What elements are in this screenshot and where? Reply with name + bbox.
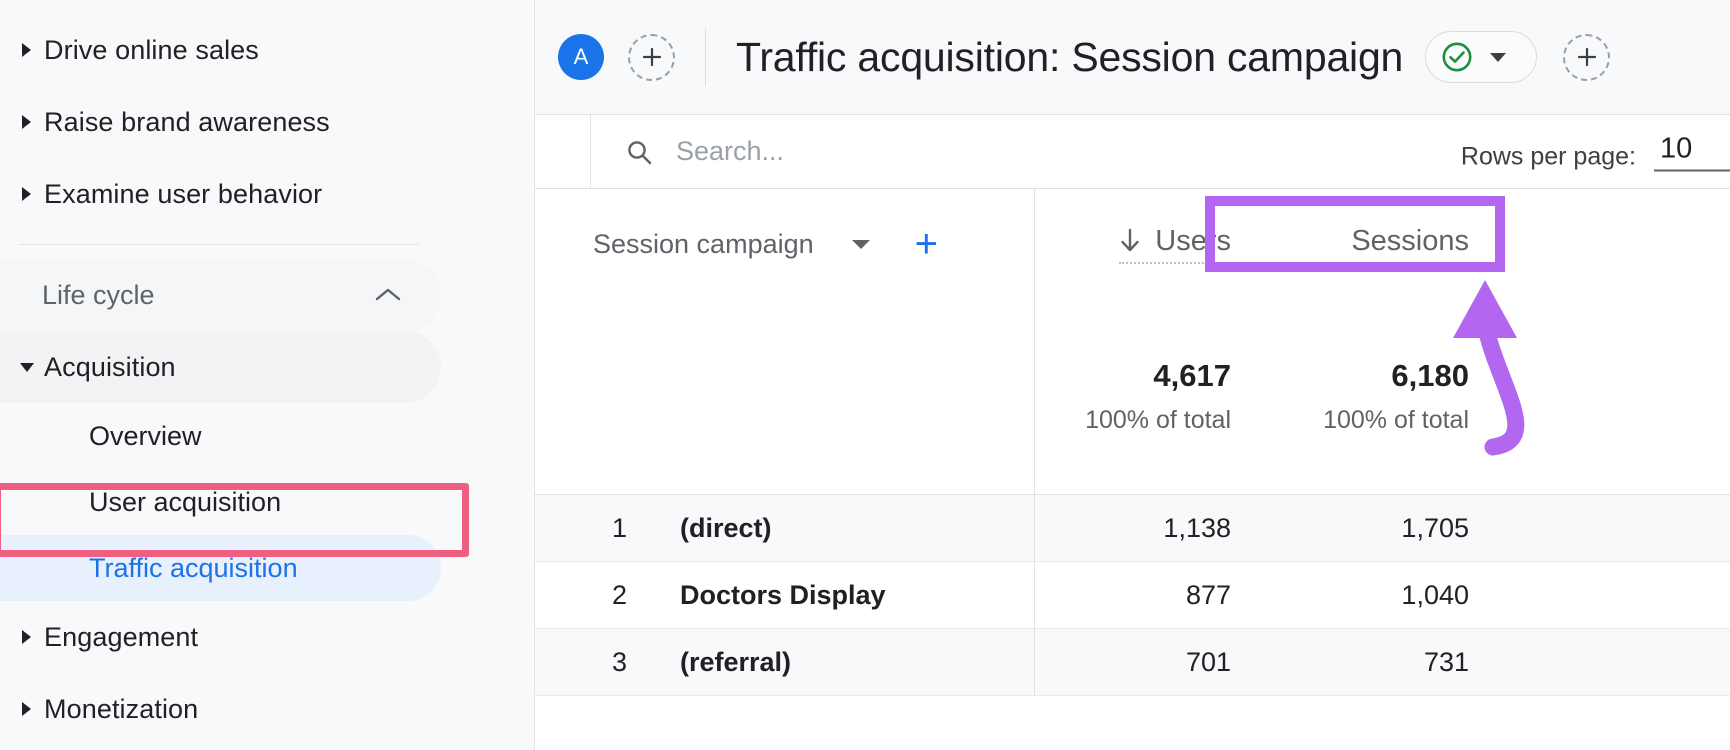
sidebar-item-label: Drive online sales [44,34,259,65]
plus-icon [1577,47,1596,67]
rows-per-page-value[interactable]: 10 [1654,132,1730,171]
row-dimension-cell: 3 (referral) [535,629,1035,695]
sidebar-item-engagement[interactable]: Engagement [0,601,534,673]
plus-icon [642,47,661,67]
dimension-selector-label: Session campaign [593,228,814,259]
totals-users-value: 4,617 [1153,358,1231,393]
totals-sessions-cell: 6,180 100% of total [1273,299,1511,494]
users-column-header[interactable]: Users [1035,189,1273,299]
sidebar-item-drive-online-sales[interactable]: Drive online sales [0,14,534,86]
rows-per-page-label: Rows per page: [1460,142,1636,170]
sessions-column-header[interactable]: Sessions [1273,189,1511,299]
sidebar-subitem-label: User acquisition [89,486,282,517]
column-header-label: Users [1155,224,1231,257]
sidebar-item-traffic-acquisition[interactable]: Traffic acquisition [0,535,441,601]
sidebar-item-label: Acquisition [44,351,176,382]
sidebar-item-examine-user-behavior[interactable]: Examine user behavior [0,158,534,230]
sidebar-divider [20,244,419,245]
chevron-down-icon [10,360,44,374]
status-badge[interactable] [1425,31,1538,83]
totals-users-cell: 4,617 100% of total [1035,299,1273,494]
sidebar-item-user-acquisition[interactable]: User acquisition [0,469,534,535]
row-rank: 1 [611,512,627,543]
chevron-right-icon [10,113,44,131]
row-dimension-cell: 1 (direct) [535,495,1035,561]
avatar[interactable]: A [558,34,604,80]
sidebar-subitem-label: Traffic acquisition [89,552,298,583]
sessions-header-label-wrap: Sessions [1351,225,1469,264]
totals-sessions-subtext: 100% of total [1323,406,1469,434]
row-sessions-cell: 1,705 [1273,495,1511,561]
row-users-value: 877 [1185,579,1231,610]
table-row[interactable]: 1 (direct) 1,138 1,705 [535,495,1730,562]
row-dimension-value[interactable]: Doctors Display [680,580,886,611]
report-header-bar: A Traffic acquisition: Session campaign [535,0,1730,115]
avatar-letter: A [573,44,589,69]
search-input[interactable] [676,136,1096,167]
add-comparison-button[interactable] [628,33,675,81]
chevron-right-icon [10,41,44,59]
search-container [625,136,1096,167]
table-header-row: Session campaign + Users Sessions [535,189,1730,299]
dimension-selector[interactable]: Session campaign [570,213,891,275]
row-sessions-value: 731 [1423,646,1469,677]
row-sessions-value: 1,705 [1401,512,1469,543]
chevron-right-icon [10,185,44,203]
rows-per-page-control[interactable]: Rows per page: 10 [1461,132,1730,171]
table-row[interactable]: 3 (referral) 701 731 [535,629,1730,696]
toolbar-left-rule [590,115,591,188]
sidebar-group-life-cycle[interactable]: Life cycle [0,259,441,331]
totals-sessions-value: 6,180 [1391,358,1469,393]
row-users-cell: 1,138 [1035,495,1273,561]
analytics-report-page: Drive online sales Raise brand awareness… [0,0,1730,750]
sidebar-item-label: Examine user behavior [44,178,323,209]
table-row[interactable]: 2 Doctors Display 877 1,040 [535,562,1730,629]
chevron-right-icon [10,700,44,718]
search-icon [625,138,653,166]
chevron-up-icon[interactable] [375,287,401,303]
row-dimension-value[interactable]: (referral) [680,647,791,678]
sidebar-subitem-label: Overview [89,420,202,451]
left-navigation-sidebar: Drive online sales Raise brand awareness… [0,0,535,750]
add-dimension-button[interactable]: + [915,224,938,264]
row-sessions-value: 1,040 [1401,579,1469,610]
main-content-area: A Traffic acquisition: Session campaign [535,0,1730,750]
totals-users-subtext: 100% of total [1085,406,1231,434]
arrow-down-icon [1121,228,1139,252]
sidebar-group-label: Life cycle [42,279,155,310]
check-circle-icon [1442,42,1472,72]
sidebar-item-monetization[interactable]: Monetization [0,673,534,745]
dimension-header-cell: Session campaign + [535,189,1035,299]
row-rank: 3 [611,646,627,677]
caret-down-icon [851,240,870,249]
chevron-right-icon [10,628,44,646]
caret-down-icon[interactable] [1488,50,1508,64]
row-users-cell: 701 [1035,629,1273,695]
sidebar-item-raise-brand-awareness[interactable]: Raise brand awareness [0,86,534,158]
row-dimension-cell: 2 Doctors Display [535,562,1035,628]
totals-dimension-cell [535,299,1035,494]
page-title: Traffic acquisition: Session campaign [736,33,1404,80]
row-dimension-value[interactable]: (direct) [680,513,772,544]
table-toolbar: Rows per page: 10 [535,115,1730,188]
header-divider [705,28,706,86]
row-sessions-cell: 731 [1273,629,1511,695]
sidebar-item-label: Monetization [44,693,199,724]
row-sessions-cell: 1,040 [1273,562,1511,628]
row-rank: 2 [611,579,627,610]
users-header-label-wrap: Users [1119,225,1231,264]
add-report-button[interactable] [1563,33,1611,81]
report-table: Session campaign + Users Sessions 4,617 … [535,188,1730,696]
row-users-value: 1,138 [1163,512,1231,543]
sidebar-item-label: Engagement [44,621,199,652]
row-users-value: 701 [1185,646,1231,677]
sidebar-item-overview[interactable]: Overview [0,403,534,469]
table-totals-row: 4,617 100% of total 6,180 100% of total [535,299,1730,495]
sidebar-item-acquisition[interactable]: Acquisition [0,331,441,403]
column-header-label: Sessions [1351,224,1469,257]
sidebar-item-label: Raise brand awareness [44,106,330,137]
row-users-cell: 877 [1035,562,1273,628]
